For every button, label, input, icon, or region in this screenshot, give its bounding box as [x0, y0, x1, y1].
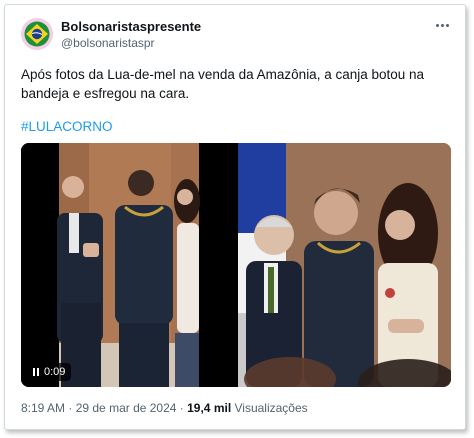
author-display-name[interactable]: Bolsonaristaspresente [61, 19, 201, 34]
views-count: 19,4 mil [187, 401, 232, 415]
video-scene-left [21, 143, 235, 387]
video-thumbnail-right[interactable] [238, 143, 451, 387]
meta-separator: · [176, 401, 188, 415]
views-label: Visualizações [234, 401, 308, 415]
video-scene-right [238, 143, 451, 387]
hashtag-link[interactable]: #LULACORNO [21, 119, 113, 134]
more-options-icon[interactable] [433, 19, 451, 31]
tweet-metadata: 8:19 AM · 29 de mar de 2024 · 19,4 mil V… [21, 401, 308, 415]
tweet-time[interactable]: 8:19 AM [21, 401, 65, 415]
author-handle[interactable]: @bolsonaristaspr [61, 36, 155, 50]
avatar[interactable] [21, 18, 53, 50]
meta-separator: · [65, 401, 76, 415]
video-duration-badge[interactable]: 0:09 [27, 363, 72, 381]
brazil-flag-icon [21, 18, 53, 50]
pause-icon [33, 368, 39, 376]
video-thumbnail-left[interactable] [21, 143, 235, 387]
tweet-date[interactable]: 29 de mar de 2024 [76, 401, 177, 415]
video-duration: 0:09 [44, 366, 66, 378]
tweet-media[interactable]: 0:09 [21, 143, 451, 387]
tweet-card: Bolsonaristaspresente @bolsonaristaspr A… [4, 4, 466, 430]
tweet-text: Após fotos da Lua-de-mel na venda da Ama… [21, 67, 425, 101]
